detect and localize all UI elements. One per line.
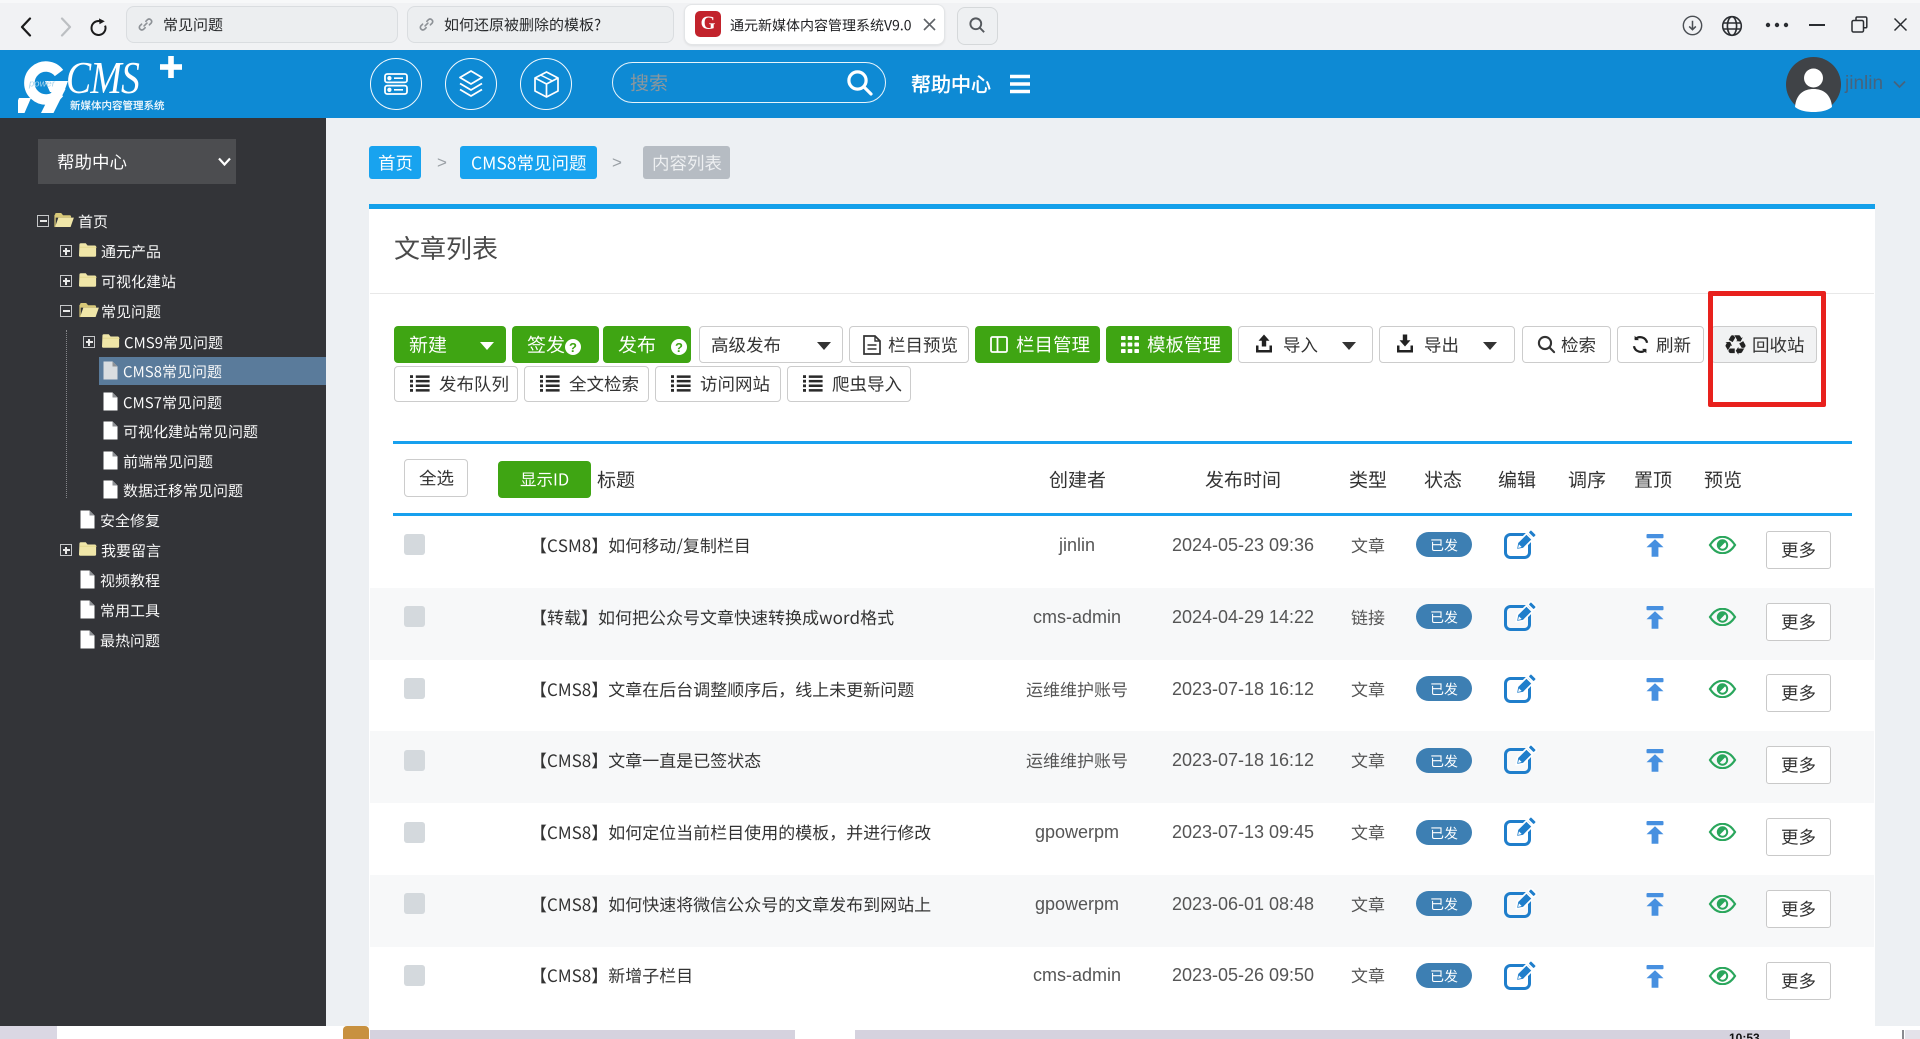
svg-text:power: power bbox=[28, 79, 56, 90]
